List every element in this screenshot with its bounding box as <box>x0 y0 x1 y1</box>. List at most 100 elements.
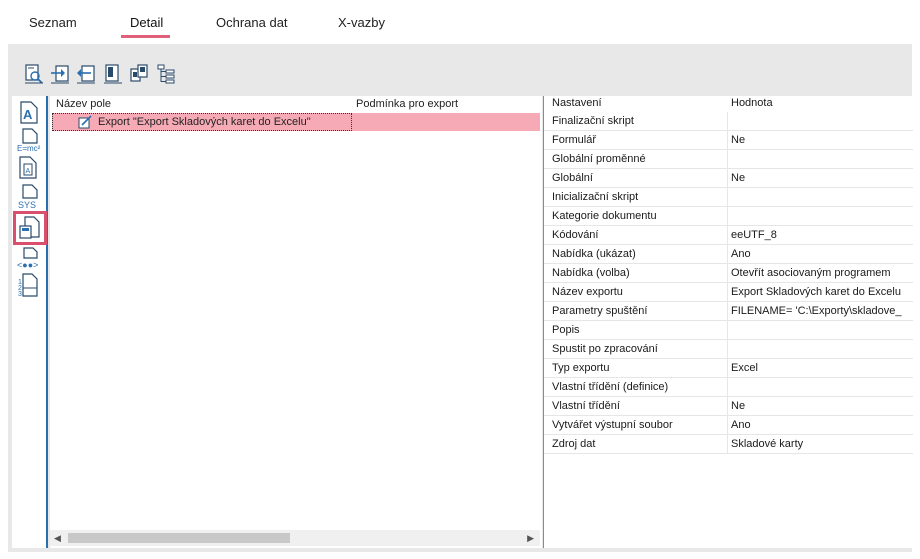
property-row[interactable]: Zdroj dat Skladové karty <box>544 435 913 454</box>
property-row[interactable]: Název exportu Export Skladových karet do … <box>544 283 913 302</box>
table-row[interactable]: Export "Export Skladových karet do Excel… <box>52 113 540 131</box>
export-document-icon[interactable] <box>13 211 47 245</box>
property-value[interactable]: Ne <box>731 134 911 146</box>
preview-icon[interactable] <box>24 63 44 85</box>
row-name-cell[interactable]: Export "Export Skladových karet do Excel… <box>52 113 352 131</box>
properties-pane: Nastavení Hodnota Finalizační skript Form… <box>543 96 913 548</box>
property-row[interactable]: Typ exportu Excel <box>544 359 913 378</box>
property-value[interactable]: Ne <box>731 172 911 184</box>
field-a-icon[interactable]: A <box>16 98 42 126</box>
scroll-left-icon[interactable]: ◀ <box>54 533 61 544</box>
property-name: Zdroj dat <box>552 438 596 450</box>
sidebar: A E=mc² A SYS <●●> 123 <box>12 96 48 548</box>
property-row[interactable]: Kódování eeUTF_8 <box>544 226 913 245</box>
tab-seznam[interactable]: Seznam <box>29 15 77 30</box>
property-name: Globální <box>552 172 593 184</box>
sys-icon[interactable]: SYS <box>16 182 42 210</box>
property-row[interactable]: Vlastní třídění Ne <box>544 397 913 416</box>
properties-header: Nastavení Hodnota <box>544 96 913 112</box>
property-value[interactable]: FILENAME= 'C:\Exporty\skladove_ <box>731 305 911 317</box>
scrollbar-thumb[interactable] <box>68 533 290 543</box>
property-row[interactable]: Formulář Ne <box>544 131 913 150</box>
property-value[interactable]: Export Skladových karet do Excelu <box>731 286 911 298</box>
property-name: Spustit po zpracování <box>552 343 658 355</box>
property-row[interactable]: Globální proměnné <box>544 150 913 169</box>
property-value[interactable]: eeUTF_8 <box>731 229 911 241</box>
property-row[interactable]: Inicializační skript <box>544 188 913 207</box>
property-value[interactable]: Ano <box>731 248 911 260</box>
property-row[interactable]: Popis <box>544 321 913 340</box>
property-name: Vytvářet výstupní soubor <box>552 419 673 431</box>
property-row[interactable]: Spustit po zpracování <box>544 340 913 359</box>
svg-text:<●●>: <●●> <box>17 260 38 270</box>
property-name: Parametry spuštění <box>552 305 648 317</box>
document-a-icon[interactable]: A <box>16 154 42 182</box>
property-name: Vlastní třídění (definice) <box>552 381 669 393</box>
property-value[interactable]: Excel <box>731 362 911 374</box>
svg-text:E=mc²: E=mc² <box>17 144 41 153</box>
scroll-right-icon[interactable]: ▶ <box>527 533 534 544</box>
property-value[interactable]: Ano <box>731 419 911 431</box>
tab-detail[interactable]: Detail <box>130 15 163 30</box>
column-divider <box>727 397 728 416</box>
copy-page-icon[interactable] <box>103 63 123 85</box>
edit-document-icon <box>78 115 92 129</box>
column-divider <box>727 264 728 283</box>
horizontal-scrollbar[interactable]: ◀ ▶ <box>50 530 540 546</box>
property-name: Globální proměnné <box>552 153 646 165</box>
property-row[interactable]: Nabídka (volba) Otevřít asociovaným progr… <box>544 264 913 283</box>
property-row[interactable]: Globální Ne <box>544 169 913 188</box>
column-divider <box>727 169 728 188</box>
property-name: Vlastní třídění <box>552 400 620 412</box>
column-divider <box>727 302 728 321</box>
column-header-name[interactable]: Název pole <box>56 98 111 110</box>
column-divider <box>727 226 728 245</box>
tree-structure-icon[interactable] <box>156 63 176 85</box>
property-row[interactable]: Finalizační skript <box>544 112 913 131</box>
property-name: Nabídka (ukázat) <box>552 248 636 260</box>
active-tab-indicator <box>121 35 170 38</box>
property-name: Popis <box>552 324 580 336</box>
column-divider <box>727 283 728 302</box>
column-divider <box>727 378 728 397</box>
property-value[interactable]: Otevřít asociovaným programem <box>731 267 911 279</box>
property-row[interactable]: Vytvářet výstupní soubor Ano <box>544 416 913 435</box>
numbered-list-icon[interactable]: 123 <box>16 271 42 299</box>
field-list-header: Název pole Podmínka pro export <box>50 96 540 112</box>
tab-bar: Seznam Detail Ochrana dat X-vazby <box>0 0 920 44</box>
property-name: Název exportu <box>552 286 623 298</box>
property-row[interactable]: Vlastní třídění (definice) <box>544 378 913 397</box>
copy-multi-icon[interactable] <box>129 63 149 85</box>
property-row[interactable]: Nabídka (ukázat) Ano <box>544 245 913 264</box>
column-divider <box>727 435 728 454</box>
column-header-condition[interactable]: Podmínka pro export <box>356 98 458 110</box>
column-divider <box>727 131 728 150</box>
column-header-value: Hodnota <box>731 97 773 109</box>
import-icon[interactable] <box>50 63 70 85</box>
svg-text:A: A <box>23 107 33 122</box>
property-value[interactable]: Skladové karty <box>731 438 911 450</box>
column-divider <box>727 340 728 359</box>
tab-ochrana-dat[interactable]: Ochrana dat <box>216 15 288 30</box>
column-divider <box>727 207 728 226</box>
svg-text:A: A <box>26 168 31 175</box>
formula-icon[interactable]: E=mc² <box>16 126 42 154</box>
property-name: Inicializační skript <box>552 191 639 203</box>
property-name: Nabídka (volba) <box>552 267 630 279</box>
property-name: Typ exportu <box>552 362 610 374</box>
svg-text:SYS: SYS <box>18 200 36 210</box>
column-divider <box>727 112 728 131</box>
connection-icon[interactable]: <●●> <box>16 246 42 274</box>
tab-x-vazby[interactable]: X-vazby <box>338 15 385 30</box>
column-divider <box>727 150 728 169</box>
property-row[interactable]: Parametry spuštění FILENAME= 'C:\Exporty\… <box>544 302 913 321</box>
property-name: Formulář <box>552 134 597 146</box>
column-header-setting: Nastavení <box>552 97 602 109</box>
property-name: Finalizační skript <box>552 115 634 127</box>
column-divider <box>727 245 728 264</box>
svg-text:3: 3 <box>18 291 22 298</box>
property-value[interactable]: Ne <box>731 400 911 412</box>
export-icon[interactable] <box>76 63 96 85</box>
property-row[interactable]: Kategorie dokumentu <box>544 207 913 226</box>
column-divider <box>727 359 728 378</box>
